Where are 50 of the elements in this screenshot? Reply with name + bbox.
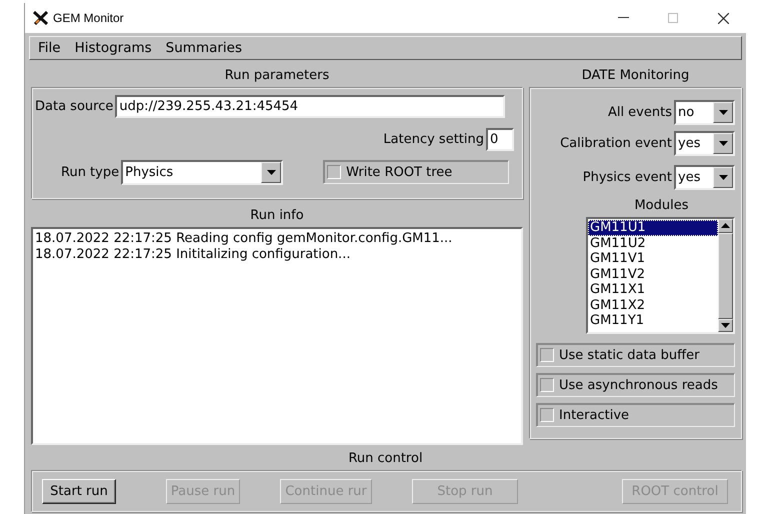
list-item[interactable]: GM11V1 [588, 251, 718, 266]
window-title: GEM Monitor [53, 11, 125, 25]
scrollbar[interactable] [718, 219, 733, 332]
minimize-icon [618, 17, 628, 19]
log-line: 18.07.2022 22:17:25 Inititalizing configuration... [35, 247, 352, 263]
x-logo-icon [33, 11, 49, 25]
up-arrow-icon [721, 223, 730, 228]
checkbox-label: Use asynchronous reads [559, 378, 718, 392]
dropdown[interactable]: yes [674, 164, 735, 190]
menu-item[interactable]: File [38, 40, 61, 56]
list-item[interactable]: GM11U1 [588, 220, 718, 236]
log-line: 18.07.2022 22:17:25 Reading config gemMonitor.config.GM11... [35, 231, 454, 247]
checkbox-label: Interactive [559, 408, 630, 422]
down-arrow-icon [721, 322, 730, 328]
group-title: Run control [347, 450, 424, 468]
checkbox[interactable] [327, 165, 342, 179]
data-source-field[interactable]: udp://239.255.43.21:45454 [115, 94, 506, 118]
run-button[interactable]: Start run [42, 478, 116, 504]
list-item[interactable]: GM11V2 [588, 266, 718, 282]
field-label: Calibration event [560, 136, 672, 150]
down-arrow-icon [718, 110, 728, 114]
list-title: Modules [633, 197, 690, 215]
checkbox-label: Write ROOT tree [346, 164, 452, 180]
menu-item[interactable]: Summaries [166, 40, 242, 56]
checkbox[interactable] [540, 348, 554, 362]
checkbox-label: Use static data buffer [559, 348, 700, 362]
field-label: Run type [61, 164, 120, 180]
down-arrow-icon [718, 140, 728, 146]
group-title: DATE Monitoring [580, 67, 690, 85]
maximize-icon [668, 13, 678, 23]
dropdown[interactable]: Physics [121, 160, 284, 184]
list-item[interactable]: GM11U2 [588, 236, 718, 251]
down-arrow-icon [266, 170, 276, 174]
list-item[interactable]: GM11Y1 [588, 313, 718, 328]
group-title: Run info [249, 207, 305, 225]
close-icon [718, 12, 728, 24]
group-title: Run parameters [224, 67, 330, 85]
checkbox[interactable] [540, 408, 554, 422]
down-arrow-icon [718, 174, 728, 180]
list-item[interactable]: GM11X1 [588, 282, 718, 298]
list-item[interactable]: GM11X2 [588, 298, 718, 313]
dropdown[interactable]: yes [674, 130, 735, 156]
field-label: Data source [35, 98, 114, 114]
menu-item[interactable]: Histograms [74, 40, 152, 56]
dropdown[interactable]: no [674, 100, 735, 124]
checkbox[interactable] [540, 378, 554, 392]
field-label: Latency setting [383, 132, 484, 146]
field-label: Physics event [582, 170, 672, 184]
field-label: All events [608, 104, 672, 120]
latency-field[interactable]: 0 [486, 128, 514, 150]
